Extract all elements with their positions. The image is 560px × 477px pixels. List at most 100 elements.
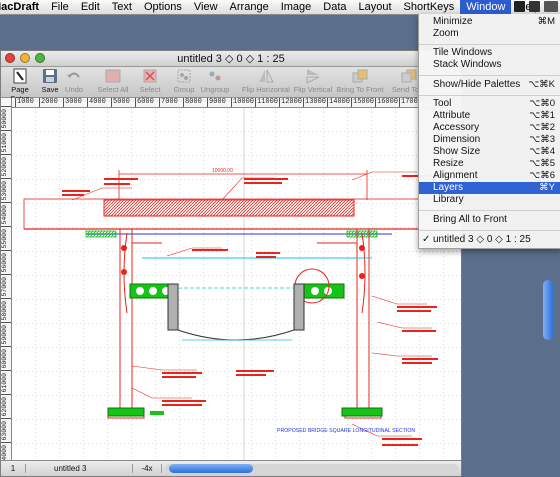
menu-window[interactable]: Window [460, 0, 512, 14]
dimension-label: 10000.00 [212, 168, 233, 174]
menu-item-accessory[interactable]: Accessory ⌥⌘2 [419, 122, 560, 134]
document-window: untitled 3 ◇ 0 ◇ 1 : 25 Page Setup Save … [0, 50, 462, 477]
undo-button[interactable]: Undo [63, 68, 85, 94]
deck-slab [103, 199, 355, 217]
marker [359, 273, 365, 279]
ruler-label: 2000 [39, 98, 58, 107]
marker [359, 245, 365, 251]
menu-item-layers[interactable]: Layers ⌘Y [419, 182, 560, 194]
menu-item-minimize[interactable]: Minimize ⌘M [419, 16, 560, 28]
menu-text[interactable]: Text [106, 0, 138, 14]
menu-status-icons [514, 1, 558, 12]
window-titlebar[interactable]: untitled 3 ◇ 0 ◇ 1 : 25 [1, 51, 461, 67]
flip-vertical-icon [306, 69, 320, 84]
footing-strip [150, 411, 164, 415]
menu-layout[interactable]: Layout [353, 0, 398, 14]
ruler-label: 10000 [231, 98, 255, 107]
ungroup-icon [209, 71, 221, 81]
ruler-label: 1000 [15, 98, 34, 107]
ruler-label: 57000 [1, 274, 11, 297]
menu-view[interactable]: View [188, 0, 224, 14]
ruler-label: 51000 [1, 130, 11, 153]
menu-separator [419, 230, 560, 231]
select-all-icon [105, 69, 121, 83]
ruler-label: 52000 [1, 154, 11, 177]
left-existing-wall [167, 283, 179, 331]
ruler-label: 61000 [1, 370, 11, 393]
ruler-label: 64000 [1, 442, 11, 460]
menu-separator [419, 75, 560, 76]
save-button[interactable]: Save [39, 68, 61, 94]
menu-item-tile-windows[interactable]: Tile Windows [419, 47, 560, 59]
select-all-button[interactable]: Select All [97, 68, 129, 94]
grid [12, 108, 461, 460]
menu-item-library[interactable]: Library [419, 194, 560, 206]
menu-item-show-hide-palettes[interactable]: Show/Hide Palettes ⌥⌘K [419, 79, 560, 91]
ruler-label: 56000 [1, 250, 11, 273]
ruler-label: 53000 [1, 178, 11, 201]
menu-separator [419, 210, 560, 211]
group-button[interactable]: Group [171, 68, 197, 94]
bring-to-front-icon [352, 69, 368, 83]
menu-item-alignment[interactable]: Alignment ⌥⌘6 [419, 170, 560, 182]
horizontal-scrollbar[interactable] [165, 464, 458, 473]
menu-options[interactable]: Options [138, 0, 188, 14]
marker [121, 245, 127, 251]
ruler-label: 58000 [1, 298, 11, 321]
horizontal-ruler: 1000 2000 3000 4000 5000 6000 7000 8000 … [11, 98, 461, 108]
ruler-label: 3000 [63, 98, 82, 107]
menu-item-dimension[interactable]: Dimension ⌥⌘3 [419, 134, 560, 146]
ruler-label: 6000 [135, 98, 154, 107]
ruler-label: 4000 [87, 98, 106, 107]
ruler-label: 9000 [207, 98, 226, 107]
left-footing [107, 407, 145, 417]
status-bar: 1 untitled 3 -4x [1, 460, 461, 476]
layer-indicator[interactable]: 1 [1, 464, 26, 473]
menu-item-tool[interactable]: Tool ⌥⌘0 [419, 98, 560, 110]
toolbar: Page Setup Save Undo Select All Select N… [1, 67, 461, 103]
scrollbar-thumb[interactable] [169, 464, 253, 473]
menu-item-stack-windows[interactable]: Stack Windows [419, 59, 560, 71]
checkmark-icon: ✓ [422, 234, 431, 245]
ruler-label: 62000 [1, 394, 11, 417]
status-icon-1[interactable] [514, 1, 525, 12]
menu-data[interactable]: Data [317, 0, 352, 14]
menu-item-untitled-3[interactable]: ✓ untitled 3 ◇ 0 ◇ 1 : 25 [419, 234, 560, 246]
undo-icon [67, 72, 80, 78]
ruler-label: 55000 [1, 226, 11, 249]
section-title: PROPOSED BRIDGE SQUARE LONGITUDINAL SECT… [277, 428, 415, 434]
menu-image[interactable]: Image [275, 0, 318, 14]
menu-file[interactable]: File [45, 0, 75, 14]
menu-item-resize[interactable]: Resize ⌥⌘5 [419, 158, 560, 170]
flip-vertical-button[interactable]: Flip Vertical [293, 68, 333, 94]
ruler-label: 8000 [183, 98, 202, 107]
file-name: untitled 3 [26, 464, 133, 473]
send-to-back-icon [401, 69, 417, 83]
ruler-label: 54000 [1, 202, 11, 225]
menu-arrange[interactable]: Arrange [224, 0, 275, 14]
menu-item-bring-all-to-front[interactable]: Bring All to Front [419, 214, 560, 226]
flip-horizontal-button[interactable]: Flip Horizontal [241, 68, 291, 94]
zoom-level[interactable]: -4x [133, 464, 162, 473]
ungroup-button[interactable]: Ungroup [199, 68, 231, 94]
ruler-label: 63000 [1, 418, 11, 441]
menu-item-show-size[interactable]: Show Size ⌥⌘4 [419, 146, 560, 158]
menu-separator [419, 44, 560, 45]
ruler-label: 15000 [351, 98, 375, 107]
menu-item-zoom[interactable]: Zoom [419, 28, 560, 40]
vertical-scrollbar[interactable] [543, 280, 553, 340]
menu-shortkeys[interactable]: ShortKeys [398, 0, 461, 14]
ruler-label: 59000 [1, 322, 11, 345]
window-menu-dropdown: Minimize ⌘M Zoom Tile Windows Stack Windo… [418, 14, 560, 249]
status-icon-3[interactable] [544, 1, 558, 12]
menu-edit[interactable]: Edit [75, 0, 106, 14]
ruler-label: 13000 [303, 98, 327, 107]
status-icon-2[interactable] [529, 1, 540, 12]
ruler-label: 16000 [375, 98, 399, 107]
menu-app[interactable]: MacDraft [0, 0, 45, 14]
drawing-canvas[interactable]: 10000.00 PROPOSED BRIDGE SQUARE LONGITUD… [12, 108, 461, 460]
bring-to-front-button[interactable]: Bring To Front [335, 68, 385, 94]
ruler-label: 12000 [279, 98, 303, 107]
menu-item-attribute[interactable]: Attribute ⌥⌘1 [419, 110, 560, 122]
ruler-label: 60000 [1, 346, 11, 369]
